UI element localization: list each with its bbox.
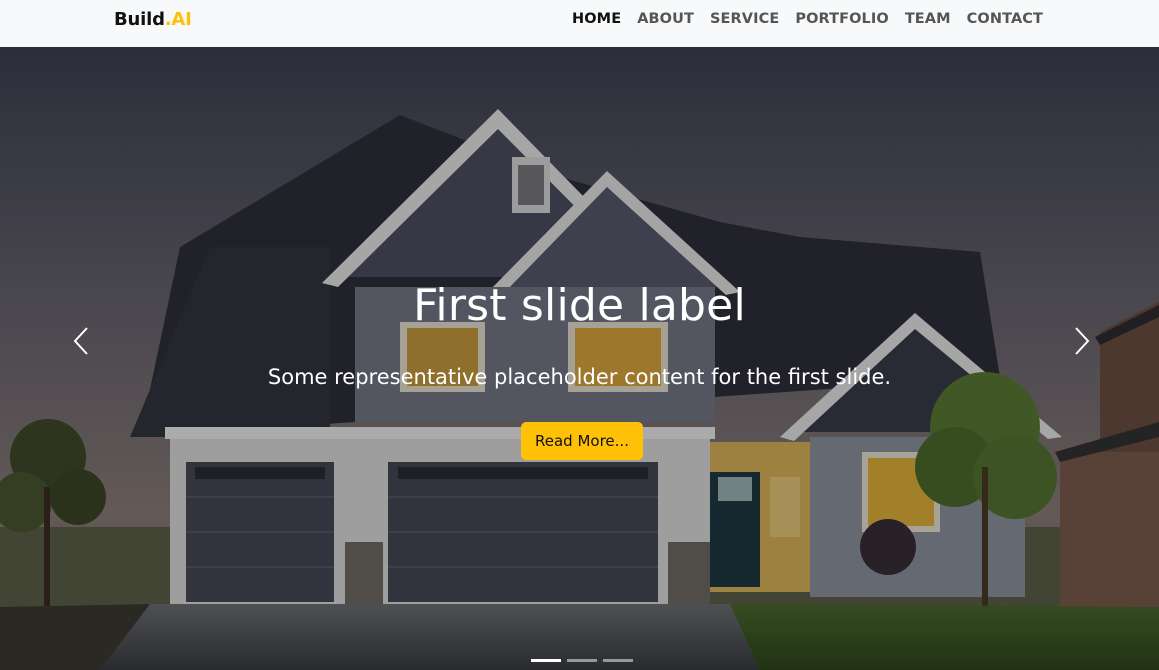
carousel-prev-button[interactable] [61,315,101,367]
carousel-next-button[interactable] [1062,315,1102,367]
main-nav: HOME ABOUT SERVICE PORTFOLIO TEAM CONTAC… [572,11,1043,27]
slide-subtitle: Some representative placeholder content … [267,365,892,389]
brand-suffix: .AI [164,9,192,30]
read-more-button[interactable]: Read More... [521,422,643,460]
hero-carousel: First slide label Some representative pl… [0,47,1159,670]
nav-item-service[interactable]: SERVICE [710,11,779,27]
carousel-indicators [531,659,633,662]
chevron-left-icon [73,327,88,355]
carousel-indicator-2[interactable] [567,659,597,662]
slide-title: First slide label [413,280,746,331]
image-dim-overlay [0,47,1159,670]
nav-item-team[interactable]: TEAM [905,11,951,27]
nav-item-home[interactable]: HOME [572,11,621,27]
nav-item-about[interactable]: ABOUT [637,11,694,27]
carousel-indicator-1[interactable] [531,659,561,662]
nav-item-portfolio[interactable]: PORTFOLIO [795,11,888,27]
nav-item-contact[interactable]: CONTACT [967,11,1043,27]
brand-logo[interactable]: Build.AI [114,9,192,30]
brand-name: Build [114,9,165,30]
carousel-indicator-3[interactable] [603,659,633,662]
chevron-right-icon [1075,327,1090,355]
navbar: Build.AI HOME ABOUT SERVICE PORTFOLIO TE… [0,0,1159,47]
